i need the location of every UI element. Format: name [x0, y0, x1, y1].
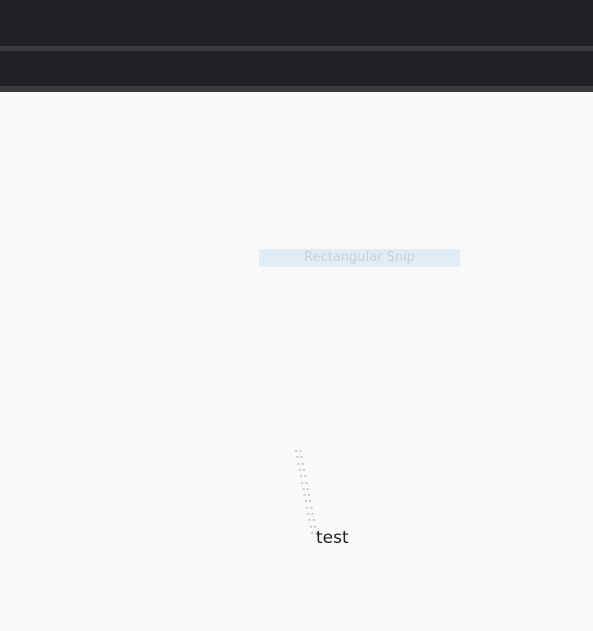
rectangular-snip-label: Rectangular Snip — [304, 250, 415, 265]
title-bar — [0, 0, 593, 46]
rectangular-snip-button[interactable]: Rectangular Snip — [259, 249, 460, 267]
cursor-trail: ᵔᵔ ᵔᵔ ᵔᵔ ᵔᵔ ᵔᵔ ᵔᵔ ᵔᵔ ᵔᵔ ᵔᵔ ᵔᵔ ᵔᵔ ᵔᵔ ᵔᵔ ᵔᵔ — [290, 448, 320, 540]
canvas-area[interactable] — [0, 92, 593, 631]
canvas-text: test — [316, 528, 349, 548]
toolbar — [0, 51, 593, 86]
